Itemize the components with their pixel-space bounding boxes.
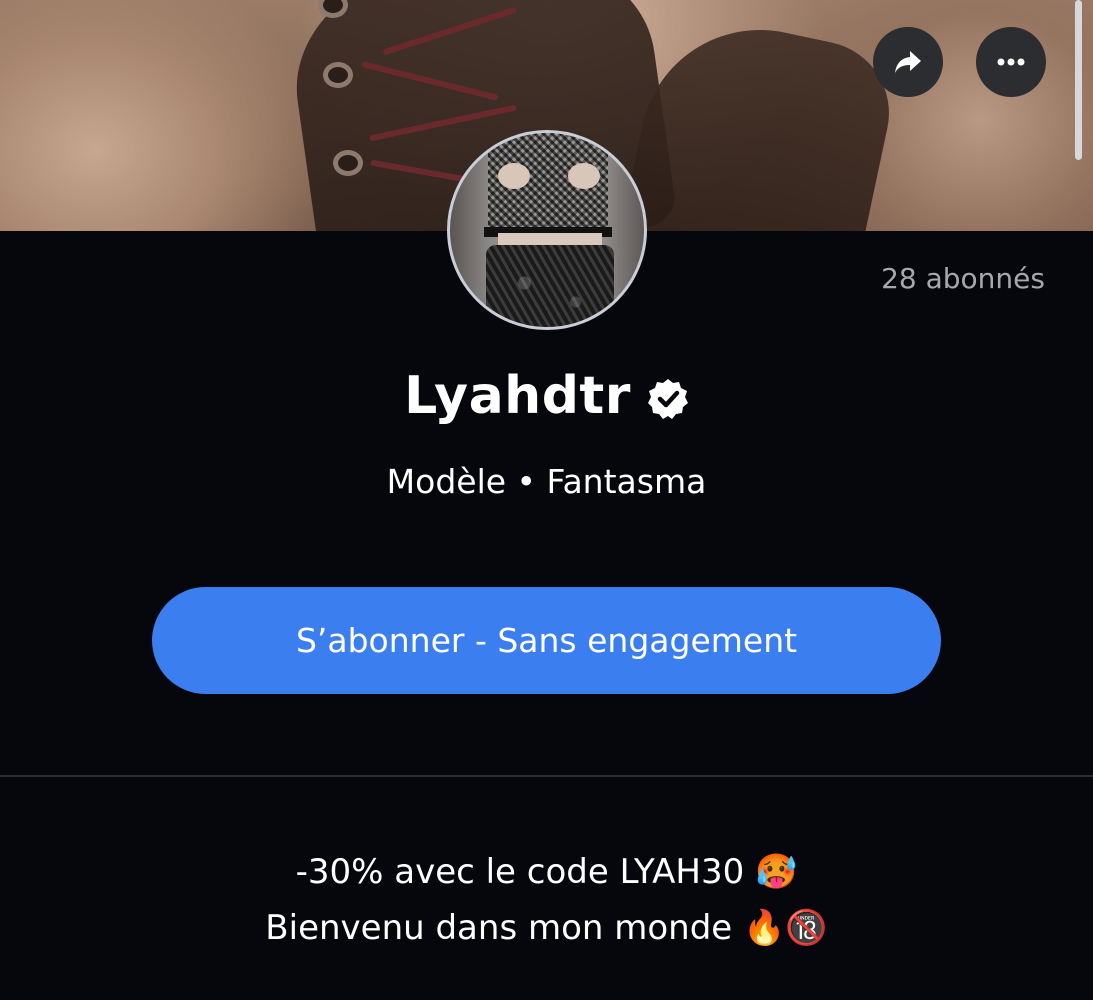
cover-eyelet bbox=[323, 62, 353, 88]
share-arrow-icon bbox=[895, 51, 921, 73]
subscribe-button[interactable]: S’abonner - Sans engagement bbox=[152, 587, 941, 694]
page-scrollbar[interactable] bbox=[1075, 0, 1082, 160]
profile-avatar[interactable] bbox=[447, 130, 647, 330]
bio-line-2: Bienvenu dans mon monde 🔥🔞 bbox=[265, 908, 828, 948]
cover-corset-panel bbox=[617, 7, 903, 231]
avatar-photo-bottom bbox=[486, 245, 614, 327]
profile-subtitle: Modèle • Fantasma bbox=[386, 462, 707, 501]
section-divider bbox=[0, 775, 1093, 777]
more-dots-icon bbox=[997, 58, 1025, 66]
profile-name: Lyahdtr bbox=[404, 366, 631, 426]
verified-badge-icon bbox=[647, 379, 688, 419]
avatar-photo-detail bbox=[568, 163, 600, 189]
cover-eyelet bbox=[333, 150, 363, 176]
avatar-photo-detail bbox=[498, 163, 530, 189]
followers-count: 28 abonnés bbox=[881, 262, 1045, 295]
more-options-button[interactable] bbox=[976, 27, 1046, 97]
share-button[interactable] bbox=[873, 27, 943, 97]
profile-name-row: Lyahdtr bbox=[0, 366, 1093, 426]
bio-line-1: -30% avec le code LYAH30 🥵 bbox=[295, 852, 798, 892]
